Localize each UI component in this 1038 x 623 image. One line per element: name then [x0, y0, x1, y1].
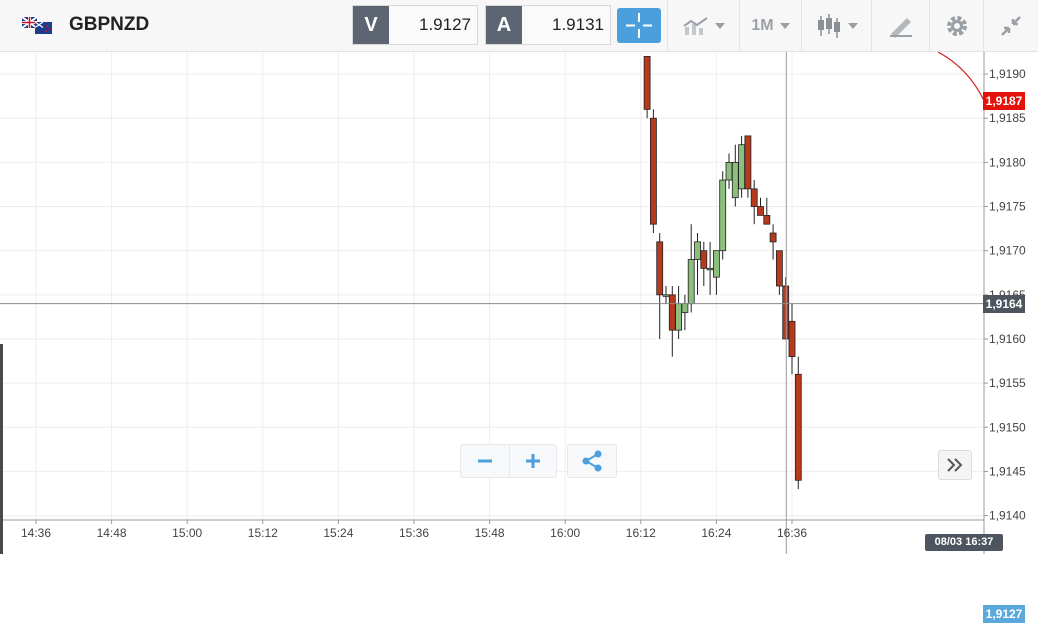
candle-body [713, 250, 720, 278]
zoom-controls [460, 444, 557, 478]
candle-body [694, 241, 701, 260]
chevron-down-icon [714, 23, 725, 29]
candle-body [731, 161, 739, 199]
crosshair-time-label: 08/03 16:37 [925, 534, 1003, 551]
instrument-symbol: GBPNZD [69, 14, 150, 35]
fullscreen-button[interactable] [983, 0, 1038, 52]
candle-body [700, 250, 708, 269]
chart-toolbar: GBPNZD V 1.9127 A 1.9131 1M [0, 0, 1038, 52]
scroll-to-latest-button[interactable] [938, 450, 972, 480]
x-tick-label: 14:48 [97, 526, 127, 540]
ask-label: A [486, 6, 522, 44]
candle-body [794, 373, 802, 481]
candle-body [719, 179, 727, 252]
x-tick-label: 15:00 [172, 526, 202, 540]
candle-body [776, 250, 783, 287]
y-tick-label: 1,9175 [989, 200, 1026, 214]
candle-body [662, 294, 670, 297]
timeframe-button[interactable]: 1M [739, 0, 801, 52]
candle-body [706, 267, 714, 271]
share-icon [582, 450, 602, 472]
share-controls [567, 444, 617, 478]
x-tick-label: 15:36 [399, 526, 429, 540]
x-tick-label: 15:48 [475, 526, 505, 540]
share-button[interactable] [568, 445, 616, 477]
x-tick-label: 16:36 [777, 526, 807, 540]
candle-body [668, 294, 676, 331]
chevron-down-icon [847, 23, 858, 29]
candle-body [788, 320, 796, 358]
line-chart-icon [682, 17, 708, 35]
zoom-out-button[interactable] [461, 445, 510, 477]
gbp-nzd-flag-icon [22, 17, 52, 34]
collapse-arrows-icon [1001, 16, 1021, 36]
chart-type-button[interactable] [667, 0, 739, 52]
y-tick-label: 1,9180 [989, 155, 1026, 169]
x-tick-label: 15:24 [323, 526, 353, 540]
chevron-down-icon [779, 23, 790, 29]
zoom-in-button[interactable] [509, 445, 557, 477]
x-tick-label: 14:36 [21, 526, 51, 540]
candle-body [744, 135, 752, 190]
y-tick-label: 1,9155 [989, 376, 1026, 390]
candle-body [750, 188, 758, 207]
plus-icon [526, 454, 540, 468]
candlestick-icon [817, 14, 840, 38]
candles [0, 52, 984, 554]
x-tick-label: 16:24 [701, 526, 731, 540]
y-tick-label: 1,9185 [989, 111, 1026, 125]
bid-quote[interactable]: V 1.9127 [352, 5, 478, 45]
y-tick-label: 1,9190 [989, 67, 1026, 81]
price-chart[interactable]: 1,91901,91851,91801,91751,91701,91651,91… [0, 52, 1038, 554]
x-tick-label: 16:12 [626, 526, 656, 540]
candle-body [763, 214, 771, 225]
settings-button[interactable] [929, 0, 983, 52]
candle-body [656, 241, 664, 296]
candle-body [738, 144, 745, 190]
candle-body [757, 206, 764, 216]
x-tick-label: 15:12 [248, 526, 278, 540]
indicator-line [937, 52, 985, 101]
candle-style-button[interactable] [801, 0, 871, 52]
indicator-price-label: 1,9187 [983, 91, 1025, 110]
axis-ticks: 1,91901,91851,91801,91751,91701,91651,91… [0, 52, 1026, 554]
ask-quote[interactable]: A 1.9131 [485, 5, 611, 45]
bid-label: V [353, 6, 389, 44]
gear-icon [946, 16, 967, 36]
timeframe-label: 1M [751, 17, 774, 34]
y-tick-label: 1,9160 [989, 332, 1026, 346]
bid-value: 1.9127 [419, 15, 471, 34]
candle-body [769, 232, 777, 243]
y-tick-label: 1,9170 [989, 244, 1026, 258]
drawing-tools-button[interactable] [871, 0, 929, 52]
last-price-label: 1,9127 [983, 605, 1025, 623]
y-tick-label: 1,9145 [989, 464, 1026, 478]
x-tick-label: 16:00 [550, 526, 580, 540]
candle-body [643, 56, 651, 110]
left-edge-bar [0, 344, 3, 554]
candle-body [687, 259, 695, 305]
y-tick-label: 1,9150 [989, 420, 1026, 434]
candle-body [681, 303, 689, 313]
ask-value: 1.9131 [552, 15, 604, 34]
candle-body [650, 117, 657, 225]
y-tick-label: 1,9140 [989, 509, 1026, 523]
candle-body [782, 285, 790, 340]
pencil-ruler-icon [889, 18, 912, 38]
minus-icon [478, 459, 492, 463]
candle-body [725, 161, 733, 181]
double-chevron-right-icon [947, 458, 963, 472]
crosshair-icon [626, 13, 652, 38]
candle-body [675, 303, 682, 331]
crosshair-button[interactable] [617, 8, 661, 43]
crosshair-price-label: 1,9164 [983, 294, 1025, 313]
